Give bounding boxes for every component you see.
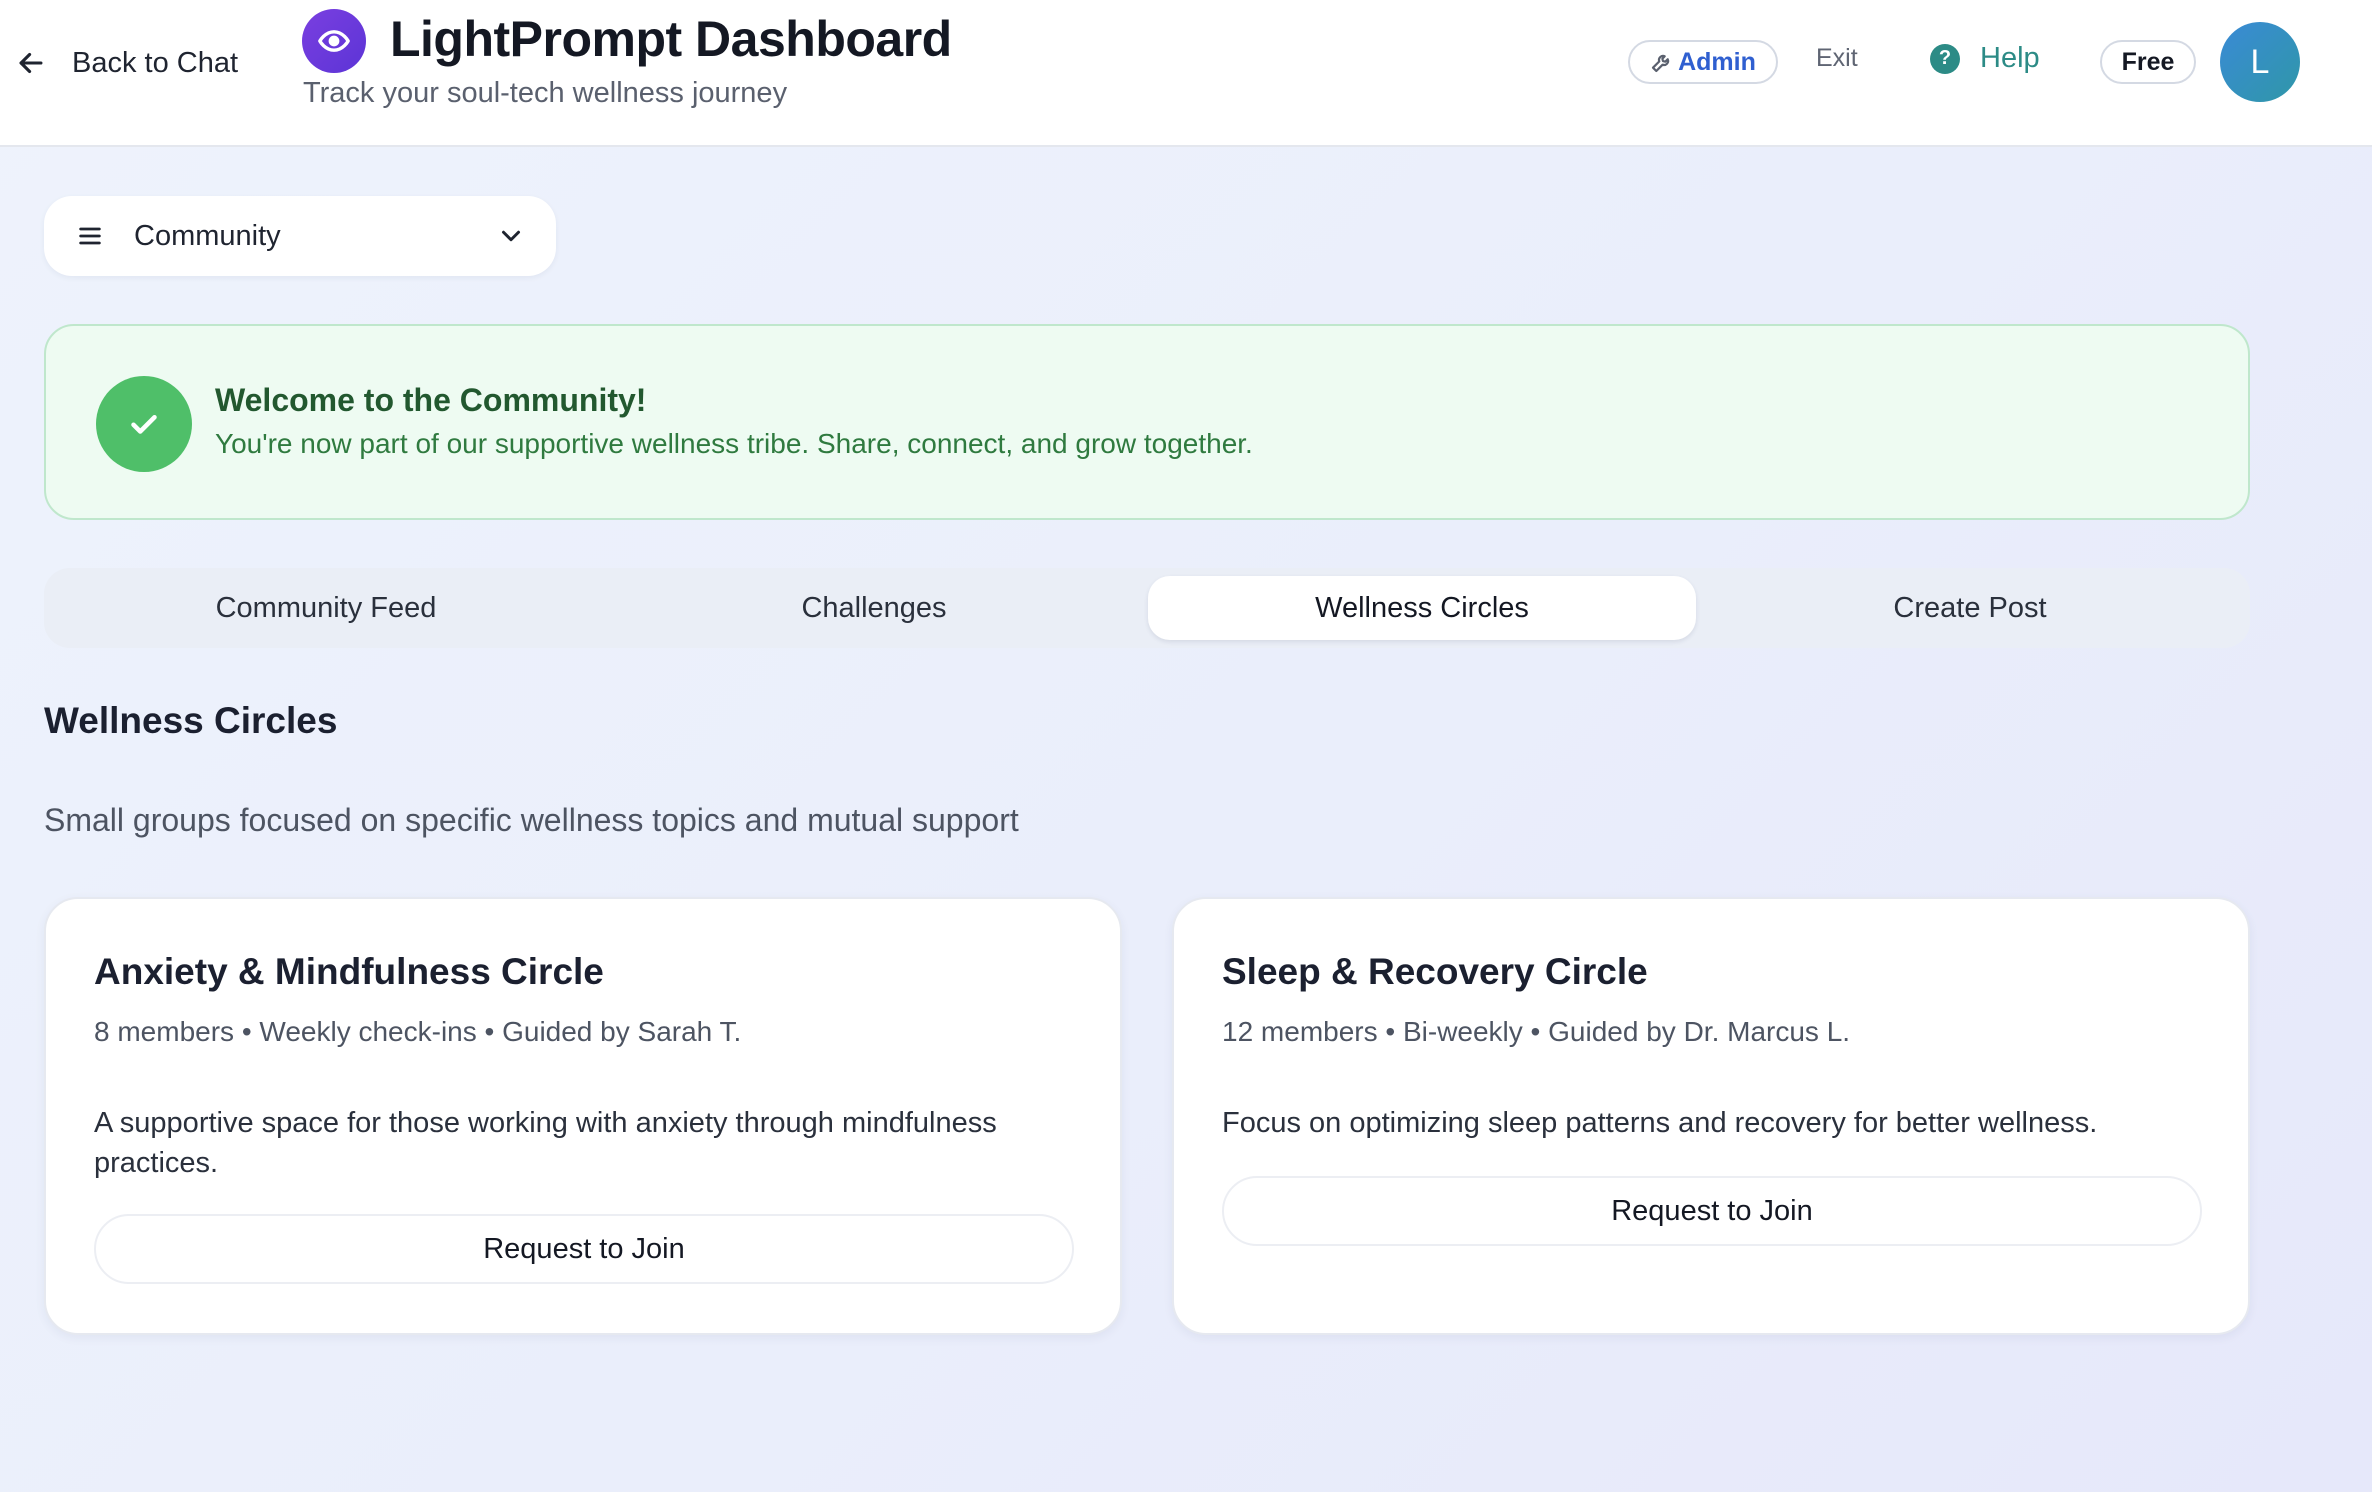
circle-description: A supportive space for those working wit… bbox=[94, 1107, 997, 1179]
admin-label: Admin bbox=[1678, 47, 1756, 76]
welcome-title: Welcome to the Community! bbox=[215, 382, 647, 418]
success-badge bbox=[96, 376, 192, 472]
app-logo bbox=[302, 9, 366, 73]
exit-button[interactable]: Exit bbox=[1816, 44, 1858, 73]
check-icon bbox=[131, 415, 157, 434]
help-button[interactable]: ? Help bbox=[1930, 42, 2040, 75]
section-dropdown[interactable]: Community bbox=[44, 196, 556, 276]
page-subtitle: Track your soul-tech wellness journey bbox=[303, 77, 788, 109]
circle-meta: 12 members • Bi-weekly • Guided by Dr. M… bbox=[1222, 1016, 1851, 1047]
community-tabs: Community Feed Challenges Wellness Circl… bbox=[44, 568, 2250, 648]
section-description: Small groups focused on specific wellnes… bbox=[44, 802, 1019, 838]
page-title: LightPrompt Dashboard bbox=[390, 11, 952, 67]
tab-community-feed[interactable]: Community Feed bbox=[52, 576, 600, 640]
circle-card: Anxiety & Mindfulness Circle 8 members •… bbox=[44, 897, 1122, 1335]
tab-challenges[interactable]: Challenges bbox=[600, 576, 1148, 640]
section-title: Wellness Circles bbox=[44, 700, 338, 741]
user-avatar[interactable]: L bbox=[2220, 22, 2300, 102]
back-to-chat-button[interactable]: Back to Chat bbox=[14, 40, 238, 86]
request-to-join-button[interactable]: Request to Join bbox=[1222, 1176, 2202, 1246]
welcome-text: You're now part of our supportive wellne… bbox=[215, 428, 1253, 459]
section-dropdown-value: Community bbox=[134, 219, 281, 252]
circle-card: Sleep & Recovery Circle 12 members • Bi-… bbox=[1172, 897, 2250, 1335]
admin-button[interactable]: Admin bbox=[1628, 40, 1778, 84]
circle-meta: 8 members • Weekly check-ins • Guided by… bbox=[94, 1016, 742, 1047]
help-label: Help bbox=[1980, 42, 2040, 74]
arrow-left-icon bbox=[19, 52, 43, 74]
circle-title: Sleep & Recovery Circle bbox=[1222, 951, 1648, 992]
help-icon: ? bbox=[1930, 43, 1960, 74]
circle-title: Anxiety & Mindfulness Circle bbox=[94, 951, 604, 992]
plan-badge: Free bbox=[2100, 40, 2196, 84]
menu-icon bbox=[79, 227, 101, 245]
chevron-down-icon bbox=[502, 230, 520, 242]
welcome-banner: Welcome to the Community! You're now par… bbox=[44, 324, 2250, 520]
back-to-chat-label: Back to Chat bbox=[72, 46, 239, 79]
tab-wellness-circles[interactable]: Wellness Circles bbox=[1148, 576, 1696, 640]
request-to-join-button[interactable]: Request to Join bbox=[94, 1214, 1074, 1284]
tab-create-post[interactable]: Create Post bbox=[1696, 576, 2244, 640]
wrench-icon bbox=[1652, 54, 1670, 73]
circle-description: Focus on optimizing sleep patterns and r… bbox=[1222, 1107, 2098, 1139]
top-header: Back to Chat LightPrompt Dashboard Track… bbox=[0, 0, 2372, 147]
eye-icon bbox=[318, 30, 350, 52]
